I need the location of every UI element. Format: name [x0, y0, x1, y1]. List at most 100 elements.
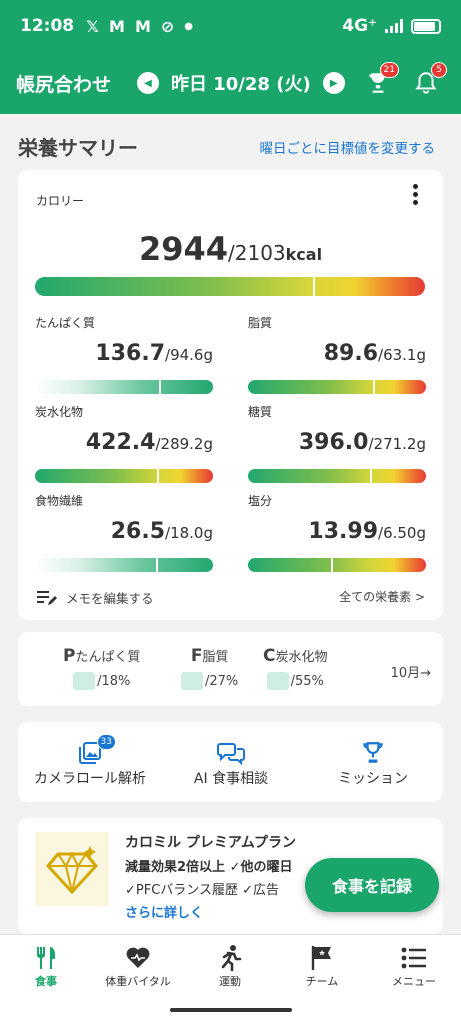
- nutrient-item: 糖質 396.0/271.2g: [248, 403, 426, 483]
- mission-button[interactable]: ミッション: [303, 738, 443, 788]
- nutrient-item: 塩分 13.99/6.50g: [248, 492, 426, 572]
- tool-label: AI 食事相談: [193, 771, 269, 787]
- signal-icon: [385, 19, 403, 33]
- nutrient-label: たんぱく質: [35, 316, 96, 330]
- gmail-icon: M: [109, 16, 125, 36]
- nutrient-progress-bar: [35, 380, 213, 394]
- target-marker: [156, 469, 159, 483]
- pfc-label: 脂質: [202, 650, 229, 665]
- nav-weight-vital[interactable]: 体重バイタル: [92, 943, 184, 989]
- nutrient-progress-bar: [248, 469, 426, 483]
- app-bar: 帳尻合わせ ◀ 昨日 10/28 (火) ▶ 21 5: [0, 52, 461, 114]
- nutrient-value: 422.4: [85, 430, 156, 455]
- more-options-icon[interactable]: [413, 184, 419, 208]
- pfc-letter: C: [263, 646, 276, 666]
- record-meal-button[interactable]: 食事を記録: [305, 858, 439, 912]
- nutrient-item: たんぱく質 136.7/94.6g: [35, 314, 213, 394]
- nutrient-value-row: 136.7/94.6g: [35, 341, 213, 366]
- nav-label: チーム: [305, 975, 339, 988]
- edit-note-icon: [37, 590, 57, 605]
- section-header: 栄養サマリー 曜日ごとに目標値を変更する: [18, 132, 435, 161]
- tool-label: ミッション: [338, 771, 408, 787]
- blurred-value: [266, 672, 289, 690]
- premium-title: カロミル プレミアムプラン: [125, 835, 297, 851]
- pfc-letter: F: [190, 646, 203, 666]
- nutrient-value: 26.5: [110, 519, 166, 544]
- nutrient-target: /271.2g: [368, 435, 426, 453]
- edit-memo-button[interactable]: メモを編集する: [36, 588, 154, 607]
- pfc-balance-card[interactable]: Pたんぱく質 /18% F脂質 /27% C炭水化物 /55% 10月→: [18, 632, 443, 706]
- nutrient-target: /289.2g: [155, 435, 213, 453]
- current-date[interactable]: 昨日 10/28 (火): [171, 70, 311, 96]
- dot-icon: ●: [184, 20, 193, 32]
- nutrient-label: 炭水化物: [35, 405, 84, 419]
- all-nutrients-link[interactable]: 全ての栄養素 >: [339, 588, 425, 605]
- running-icon: [221, 945, 242, 971]
- nav-label: 運動: [219, 975, 241, 988]
- nutrient-value: 396.0: [298, 430, 369, 455]
- trophy-button[interactable]: 21: [365, 62, 399, 96]
- camera-roll-analysis-button[interactable]: 33 カメラロール解析: [20, 734, 160, 788]
- notification-button[interactable]: 5: [413, 62, 447, 96]
- target-marker: [156, 558, 159, 572]
- premium-more-link[interactable]: さらに詳しく: [125, 902, 203, 921]
- blurred-value: [73, 672, 96, 690]
- calorie-unit: kcal: [285, 245, 323, 264]
- nutrient-value: 89.6: [323, 341, 379, 366]
- nutrient-value: 13.99: [308, 519, 379, 544]
- next-day-button[interactable]: ▶: [322, 72, 345, 94]
- nutrient-progress-bar: [248, 380, 426, 394]
- home-indicator: [170, 1008, 292, 1012]
- calorie-label: カロリー: [36, 194, 85, 208]
- pfc-label: 炭水化物: [275, 650, 328, 665]
- trophy-icon: [363, 742, 383, 763]
- nutrient-value: 136.7: [95, 341, 166, 366]
- app-title: 帳尻合わせ: [16, 73, 112, 96]
- chevron-right-icon: ▶: [329, 77, 338, 89]
- fork-knife-icon: [37, 947, 55, 969]
- edit-memo-label: メモを編集する: [66, 591, 154, 606]
- prev-day-button[interactable]: ◀: [137, 72, 160, 94]
- nutrient-label: 食物繊維: [35, 494, 84, 508]
- heart-scale-icon: [126, 947, 150, 968]
- chat-bubbles-icon: [217, 743, 245, 765]
- premium-line-1: 減量効果2倍以上 ✓他の曜日: [125, 860, 293, 875]
- ai-consultation-button[interactable]: AI 食事相談: [161, 738, 301, 788]
- premium-line-2: ✓PFCバランス履歴 ✓広告: [125, 883, 280, 898]
- calorie-target: /2103: [228, 241, 286, 265]
- change-target-link[interactable]: 曜日ごとに目標値を変更する: [260, 137, 436, 157]
- battery-icon: [411, 18, 441, 34]
- nav-team[interactable]: チーム: [276, 943, 368, 989]
- status-bar: 12:08 𝕏 M M ⊘ ● 4G⁺: [0, 0, 461, 52]
- nav-label: メニュー: [392, 975, 436, 988]
- pfc-item-fat: F脂質 /27%: [181, 646, 238, 690]
- nutrient-target: /63.1g: [378, 346, 426, 364]
- nav-exercise[interactable]: 運動: [184, 943, 276, 989]
- month-link[interactable]: 10月→: [391, 662, 431, 681]
- gmail-icon: M: [134, 16, 151, 36]
- pfc-item-protein: Pたんぱく質 /18%: [63, 646, 140, 690]
- nutrient-progress-bar: [248, 558, 426, 572]
- target-marker: [373, 380, 376, 394]
- tools-card: 33 カメラロール解析 AI 食事相談 ミッション: [18, 722, 443, 802]
- nutrient-value-row: 26.5/18.0g: [35, 519, 213, 544]
- team-flag-icon: [311, 946, 331, 970]
- nutrient-label: 糖質: [248, 405, 273, 419]
- date-navigator: ◀ 昨日 10/28 (火) ▶: [137, 70, 345, 96]
- nutrient-value-row: 13.99/6.50g: [248, 519, 426, 544]
- bell-badge: 5: [431, 62, 447, 78]
- nav-menu[interactable]: メニュー: [368, 943, 460, 989]
- nutrition-summary-card: カロリー 2944/2103kcal たんぱく質 136.7/94.6g 脂質 89.…: [18, 170, 443, 620]
- nutrient-label: 塩分: [248, 494, 273, 508]
- diamond-icon: [46, 846, 98, 894]
- section-title: 栄養サマリー: [18, 136, 138, 160]
- pfc-value: /27%: [205, 673, 239, 689]
- nutrient-value-row: 89.6/63.1g: [248, 341, 426, 366]
- check-circle-icon: ⊘: [160, 16, 175, 36]
- pfc-letter: P: [63, 646, 76, 666]
- nav-label: 体重バイタル: [105, 975, 171, 988]
- nutrient-label: 脂質: [248, 316, 273, 330]
- nav-meal[interactable]: 食事: [0, 943, 92, 989]
- nutrient-progress-bar: [35, 469, 213, 483]
- nutrient-item: 食物繊維 26.5/18.0g: [35, 492, 213, 572]
